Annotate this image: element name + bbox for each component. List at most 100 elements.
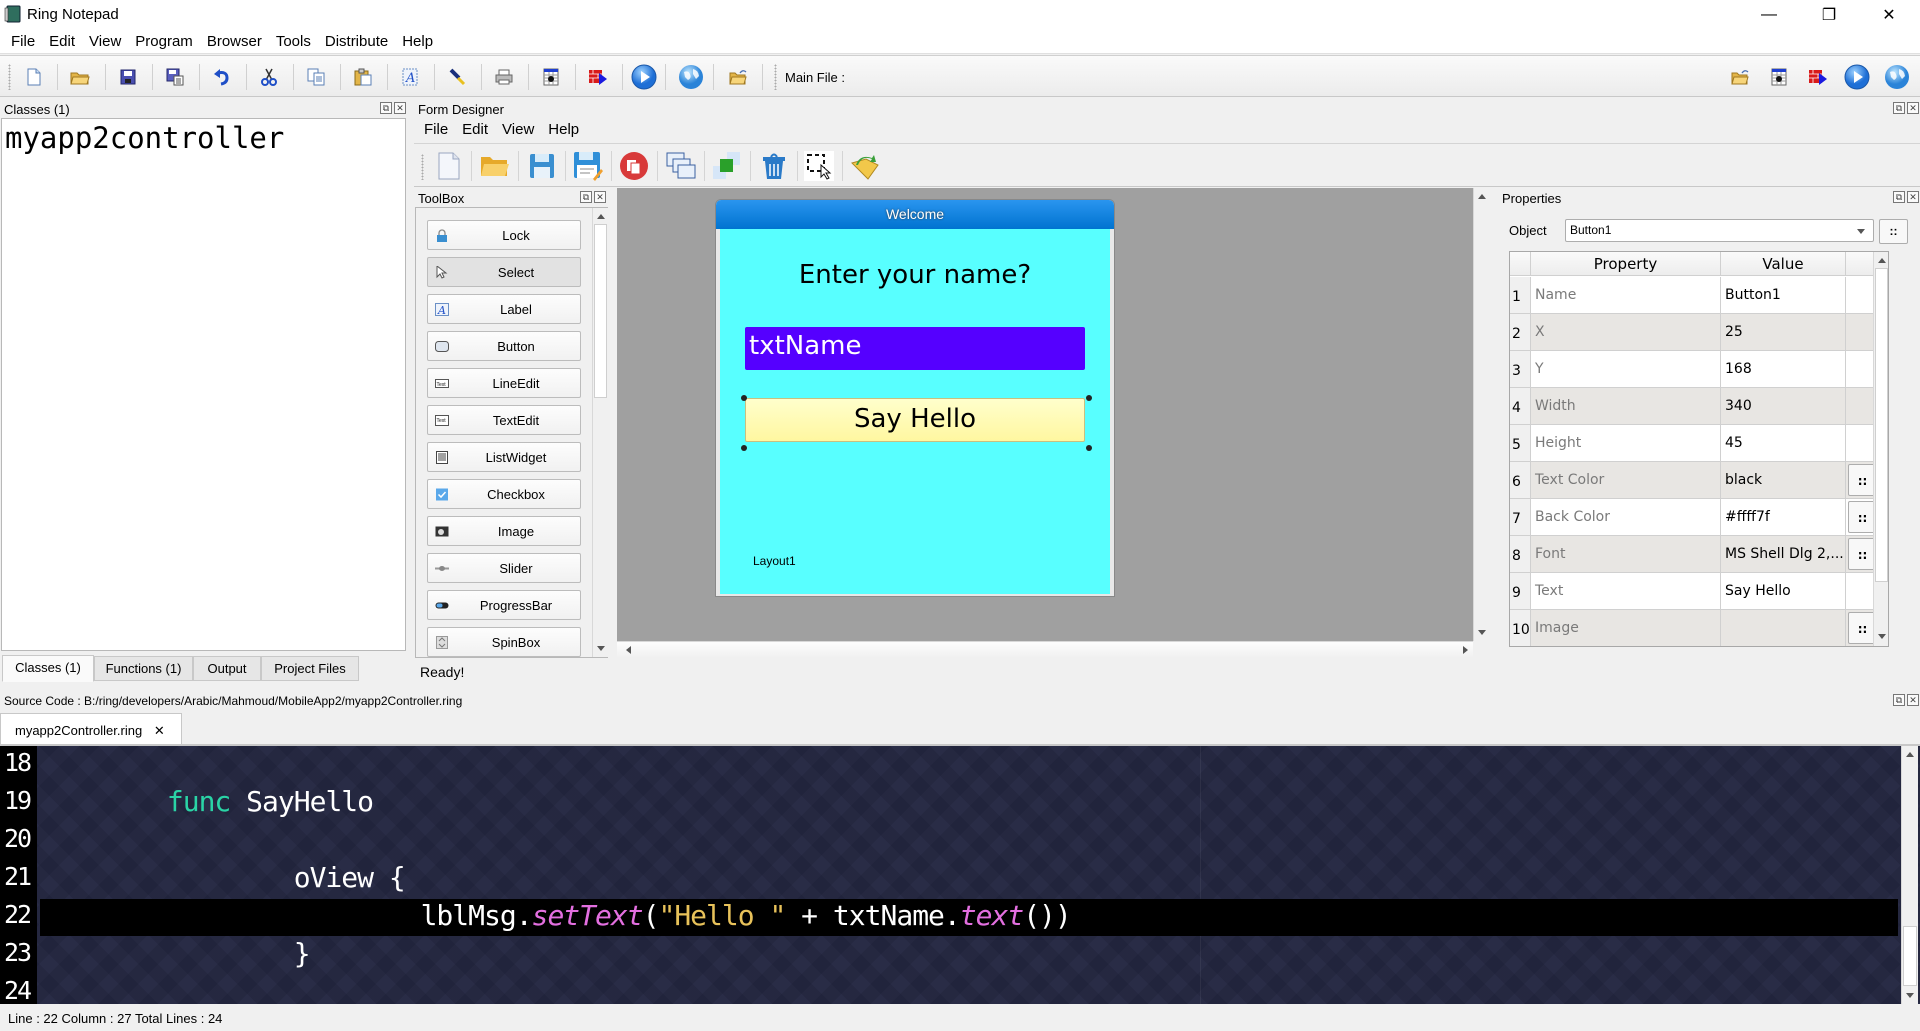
property-value[interactable]: 25 <box>1721 314 1846 350</box>
editor-tab-myapp2controller[interactable]: myapp2Controller.ring ✕ <box>0 713 182 744</box>
property-row[interactable]: 1 Name Button1 <box>1510 277 1888 314</box>
paste-icon[interactable] <box>351 65 375 89</box>
run-mainfile-gui-icon[interactable] <box>1767 65 1791 89</box>
float-icon[interactable]: ⧉ <box>1893 191 1905 203</box>
delete-icon[interactable] <box>759 151 789 181</box>
maximize-button[interactable]: ❐ <box>1801 0 1857 29</box>
minimize-button[interactable]: — <box>1741 0 1797 29</box>
distribute-mainfile-icon[interactable] <box>1806 65 1830 89</box>
scroll-down-icon[interactable] <box>1906 993 1914 998</box>
tool-textedit[interactable]: Text TextEdit <box>427 405 581 435</box>
design-canvas[interactable]: Welcome Enter your name? txtName Say Hel… <box>617 188 1473 641</box>
close-icon[interactable]: ✕ <box>394 102 406 114</box>
property-value[interactable]: 340 <box>1721 388 1846 424</box>
close-icon[interactable]: ✕ <box>1907 694 1919 706</box>
tab-functions[interactable]: Functions (1) <box>94 656 193 681</box>
tool-image[interactable]: Image <box>427 516 581 546</box>
tab-classes[interactable]: Classes (1) <box>2 655 94 682</box>
tool-progressbar[interactable]: ProgressBar <box>427 590 581 620</box>
tool-select[interactable]: Select <box>427 257 581 287</box>
run-icon[interactable] <box>630 63 658 91</box>
menu-distribute[interactable]: Distribute <box>318 29 395 50</box>
scroll-thumb[interactable] <box>1903 926 1917 986</box>
column-header-property[interactable]: Property <box>1531 252 1721 276</box>
open-form-icon[interactable] <box>480 151 510 181</box>
tool-slider[interactable]: Slider <box>427 553 581 583</box>
property-value[interactable]: 45 <box>1721 425 1846 461</box>
fd-menu-edit[interactable]: Edit <box>462 121 488 138</box>
toolbox-scrollbar[interactable] <box>592 208 608 657</box>
properties-scrollbar[interactable] <box>1873 252 1888 646</box>
close-tab-icon[interactable]: ✕ <box>154 723 165 738</box>
fd-menu-file[interactable]: File <box>424 121 448 138</box>
scroll-down-icon[interactable] <box>1478 630 1486 635</box>
scroll-up-icon[interactable] <box>1878 258 1886 263</box>
code-line[interactable]: func SayHello <box>40 785 374 822</box>
toolbar-grip[interactable] <box>421 154 424 180</box>
property-value[interactable] <box>1721 610 1846 646</box>
code-line[interactable]: } <box>40 937 311 974</box>
property-row[interactable]: 2 X 25 <box>1510 314 1888 351</box>
close-icon[interactable]: ✕ <box>594 191 606 203</box>
property-value[interactable]: MS Shell Dlg 2,... <box>1721 536 1846 572</box>
save-form-as-icon[interactable] <box>573 151 603 181</box>
copy-icon[interactable] <box>304 65 328 89</box>
new-form-icon[interactable] <box>434 151 464 181</box>
scroll-thumb[interactable] <box>594 224 607 398</box>
resize-handle-bottom-right[interactable] <box>1086 445 1092 451</box>
resize-handle-top-left[interactable] <box>741 395 747 401</box>
toolbar-grip[interactable] <box>774 64 777 90</box>
scroll-down-icon[interactable] <box>1878 634 1886 639</box>
scroll-thumb[interactable] <box>1875 268 1888 582</box>
designed-form-window[interactable]: Welcome Enter your name? txtName Say Hel… <box>715 199 1115 597</box>
web-browser-icon[interactable] <box>677 63 705 91</box>
tab-project-files[interactable]: Project Files <box>261 656 359 681</box>
property-row[interactable]: 3 Y 168 <box>1510 351 1888 388</box>
menu-file[interactable]: File <box>0 29 42 50</box>
tool-listwidget[interactable]: ListWidget <box>427 442 581 472</box>
tool-lineedit[interactable]: Text LineEdit <box>427 368 581 398</box>
undo-icon[interactable] <box>210 65 234 89</box>
property-value[interactable]: Button1 <box>1721 277 1846 313</box>
float-icon[interactable]: ⧉ <box>580 191 592 203</box>
property-value[interactable]: black <box>1721 462 1846 498</box>
object-more-button[interactable]: :: <box>1879 219 1908 244</box>
print-icon[interactable] <box>492 65 516 89</box>
menu-view[interactable]: View <box>82 29 128 50</box>
tool-spinbox[interactable]: SpinBox <box>427 627 581 657</box>
save-form-icon[interactable] <box>527 151 557 181</box>
code-line-current[interactable]: lblMsg.setText("Hello " + txtName.text()… <box>40 899 1898 936</box>
property-row[interactable]: 4 Width 340 <box>1510 388 1888 425</box>
property-row[interactable]: 6 Text Color black:: <box>1510 462 1888 499</box>
name-lineedit-widget[interactable]: txtName <box>745 327 1085 370</box>
run-mainfile-icon[interactable] <box>1843 63 1871 91</box>
object-select[interactable]: Button1 <box>1565 219 1874 242</box>
tool-checkbox[interactable]: Checkbox <box>427 479 581 509</box>
close-icon[interactable]: ✕ <box>1907 102 1919 114</box>
tool-button[interactable]: Button <box>427 331 581 361</box>
set-mainfile-icon[interactable] <box>726 65 750 89</box>
property-row[interactable]: 9 Text Say Hello <box>1510 573 1888 610</box>
select-objects-icon[interactable] <box>804 151 834 181</box>
menu-program[interactable]: Program <box>128 29 200 50</box>
float-icon[interactable]: ⧉ <box>380 102 392 114</box>
float-icon[interactable]: ⧉ <box>1893 694 1905 706</box>
scroll-up-icon[interactable] <box>1478 194 1486 199</box>
distribute-icon[interactable] <box>586 65 610 89</box>
bring-to-front-icon[interactable] <box>712 151 742 181</box>
scroll-left-icon[interactable] <box>622 646 631 654</box>
fd-menu-help[interactable]: Help <box>548 121 579 138</box>
class-item[interactable]: myapp2controller <box>2 119 405 157</box>
close-button[interactable]: ✕ <box>1861 0 1917 29</box>
say-hello-button-widget[interactable]: Say Hello <box>745 398 1085 442</box>
code-editor[interactable]: 18 19 20 21 22 23 24 func SayHello oView { lbl… <box>0 744 1920 1004</box>
toolbar-grip[interactable] <box>8 64 11 90</box>
tab-output[interactable]: Output <box>193 656 261 681</box>
fd-menu-view[interactable]: View <box>502 121 534 138</box>
property-row[interactable]: 7 Back Color #ffff7f:: <box>1510 499 1888 536</box>
scroll-right-icon[interactable] <box>1463 646 1472 654</box>
scroll-up-icon[interactable] <box>1906 752 1914 757</box>
canvas-vertical-scrollbar[interactable] <box>1473 188 1490 641</box>
tool-lock[interactable]: Lock <box>427 220 581 250</box>
duplicate-icon[interactable] <box>666 151 696 181</box>
